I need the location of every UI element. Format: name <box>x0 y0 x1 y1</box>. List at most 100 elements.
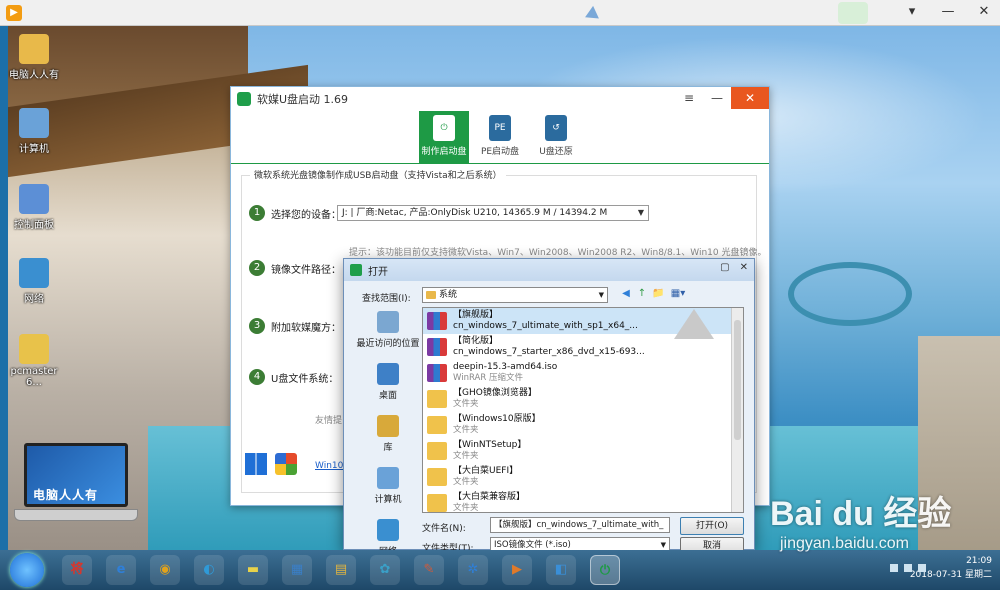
step-image-path: 2 镜像文件路径： <box>249 260 341 276</box>
file-name: 【GHO镜像浏览器】 <box>453 388 537 398</box>
pinyin-ime-icon[interactable]: 将 <box>62 555 92 585</box>
app-title: 软媒U盘启动 1.69 <box>257 93 349 106</box>
device-select[interactable]: J: | 厂商:Netac, 产品:OnlyDisk U210, 14365.9… <box>337 205 649 221</box>
friendly-tip: 友情提 <box>315 416 343 426</box>
tray-volume-icon[interactable] <box>890 564 898 572</box>
support-hint: 提示：该功能目前仅支持微软Vista、Win7、Win2008、Win2008 … <box>349 248 767 258</box>
desktop-icon[interactable]: 控制面板 <box>8 184 60 231</box>
network-tool-icon[interactable]: ✲ <box>458 555 488 585</box>
folder-icon <box>427 468 447 486</box>
start-button[interactable] <box>10 553 44 587</box>
control-panel-icon <box>19 184 49 214</box>
close-icon[interactable]: ✕ <box>740 262 748 273</box>
search-bubble-icon[interactable]: ◐ <box>194 555 224 585</box>
winrar-archive-icon <box>427 312 447 330</box>
tab-usb-power[interactable]: ⏻ 制作启动盘 <box>419 111 469 163</box>
tab-label: 制作启动盘 <box>421 147 467 157</box>
place-item[interactable]: 库 <box>352 411 424 463</box>
paint-icon[interactable]: ✎ <box>414 555 444 585</box>
back-icon[interactable]: ◀ <box>620 287 632 301</box>
winrar-archive-icon <box>427 364 447 382</box>
desktop-icon[interactable]: 电脑人人有 <box>8 34 60 81</box>
file-list-item[interactable]: 【大白菜兼容版】 文件夹 <box>423 490 743 513</box>
open-file-dialog: 打开 ▢ ✕ 查找范围(I): 系统 ◀ ↑ 📁 ▦▾ 最近访问的位置桌面库计算… <box>343 258 755 557</box>
file-list-item[interactable]: 【WinNTSetup】 文件夹 <box>423 438 743 464</box>
recycle-tool-icon[interactable]: ✿ <box>370 555 400 585</box>
desktop-icon-label: pcmaster 6... <box>10 366 58 388</box>
place-label: 最近访问的位置 <box>356 339 420 349</box>
chevron-down-icon[interactable]: ▾ <box>904 4 920 19</box>
laptop-base <box>14 509 138 521</box>
file-name: 【大白菜UEFI】 <box>453 466 519 476</box>
file-list-item[interactable]: 【GHO镜像浏览器】 文件夹 <box>423 386 743 412</box>
usb-boot-app-icon[interactable]: ⏻ <box>590 555 620 585</box>
look-in-label: 查找范围(I): <box>362 294 411 304</box>
close-icon[interactable]: ✕ <box>976 4 992 19</box>
open-button[interactable]: 打开(O) <box>680 517 744 535</box>
up-folder-icon[interactable]: ↑ <box>636 287 648 301</box>
folder-icon <box>427 416 447 434</box>
baidu-url: jingyan.baidu.com <box>780 535 909 552</box>
filename-input[interactable]: 【旗舰版】cn_windows_7_ultimate_with_ <box>490 517 670 533</box>
desktop-icon[interactable]: 计算机 <box>8 108 60 155</box>
new-folder-icon[interactable]: 📁 <box>652 287 664 301</box>
tab-usb-restore[interactable]: ↺ U盘还原 <box>531 111 581 163</box>
desktop-icon <box>377 363 399 385</box>
app-logo-icon <box>237 92 251 106</box>
view-menu-icon[interactable]: ▦▾ <box>668 287 688 301</box>
file-name: 【WinNTSetup】 <box>453 440 527 450</box>
file-subtext: 文件夹 <box>453 503 479 513</box>
player-title-bar: ▶ ▾ — ✕ <box>0 0 1000 26</box>
player-logo-icon: ▶ <box>6 5 22 21</box>
place-item[interactable]: 计算机 <box>352 463 424 515</box>
desktop-icon[interactable]: pcmaster 6... <box>8 334 60 388</box>
folder-icon <box>427 494 447 512</box>
minimize-icon[interactable]: — <box>703 87 731 109</box>
folder-icon <box>19 334 49 364</box>
file-list-item[interactable]: 【Windows10原版】 文件夹 <box>423 412 743 438</box>
step-number: 2 <box>249 260 265 276</box>
remote-desktop-icon[interactable]: ▦ <box>282 555 312 585</box>
look-in-select[interactable]: 系统 <box>422 287 608 303</box>
step-number: 4 <box>249 369 265 385</box>
tab-label: PE启动盘 <box>480 147 520 157</box>
place-item[interactable]: 最近访问的位置 <box>352 307 424 359</box>
tab-usb-pe[interactable]: PE PE启动盘 <box>475 111 525 163</box>
chrome-icon[interactable]: ◉ <box>150 555 180 585</box>
file-name: 【Windows10原版】 <box>453 414 541 424</box>
ie-browser-icon[interactable]: e <box>106 555 136 585</box>
tray-flag-icon[interactable] <box>918 564 926 572</box>
file-subtext: 文件夹 <box>453 399 479 409</box>
scrollbar-thumb[interactable] <box>734 320 741 440</box>
minimize-icon[interactable]: — <box>940 4 956 19</box>
usb-power-icon: ⏻ <box>433 115 455 141</box>
tray-network-icon[interactable] <box>904 564 912 572</box>
disk-tool-icon[interactable]: ◧ <box>546 555 576 585</box>
place-item[interactable]: 桌面 <box>352 359 424 411</box>
media-player-icon[interactable]: ▶ <box>502 555 532 585</box>
user-folder-icon <box>19 34 49 64</box>
menu-icon[interactable]: ≡ <box>675 87 703 109</box>
file-subtext: 文件夹 <box>453 451 479 461</box>
close-icon[interactable]: ✕ <box>731 87 769 109</box>
maximize-icon[interactable]: ▢ <box>720 262 729 273</box>
explorer-folder-icon[interactable]: ▤ <box>326 555 356 585</box>
baidu-logo: Bai du 经验 <box>770 495 952 533</box>
ring-sculpture <box>788 262 912 326</box>
desktop-icon-label: 电脑人人有 <box>9 70 59 81</box>
step-label: 附加软媒魔方： <box>271 322 341 334</box>
tray-icons <box>890 564 926 572</box>
file-list-item[interactable]: 【大白菜UEFI】 文件夹 <box>423 464 743 490</box>
tab-label: U盘还原 <box>539 147 573 157</box>
file-list-item[interactable]: deepin-15.3-amd64.iso WinRAR 压缩文件 <box>423 360 743 386</box>
win10-link[interactable]: Win10/ <box>315 461 346 471</box>
laptop-logo: 电脑人人有 <box>14 443 138 537</box>
computer-icon <box>19 108 49 138</box>
sticky-notes-icon[interactable]: ▬ <box>238 555 268 585</box>
file-subtext: WinRAR 压缩文件 <box>453 373 523 383</box>
file-list-scrollbar[interactable] <box>731 308 743 512</box>
usb-pe-icon: PE <box>489 115 511 141</box>
desktop-icon[interactable]: 网络 <box>8 258 60 305</box>
file-subtext: 文件夹 <box>453 425 479 435</box>
player-window-controls: ▾ — ✕ <box>904 4 992 19</box>
